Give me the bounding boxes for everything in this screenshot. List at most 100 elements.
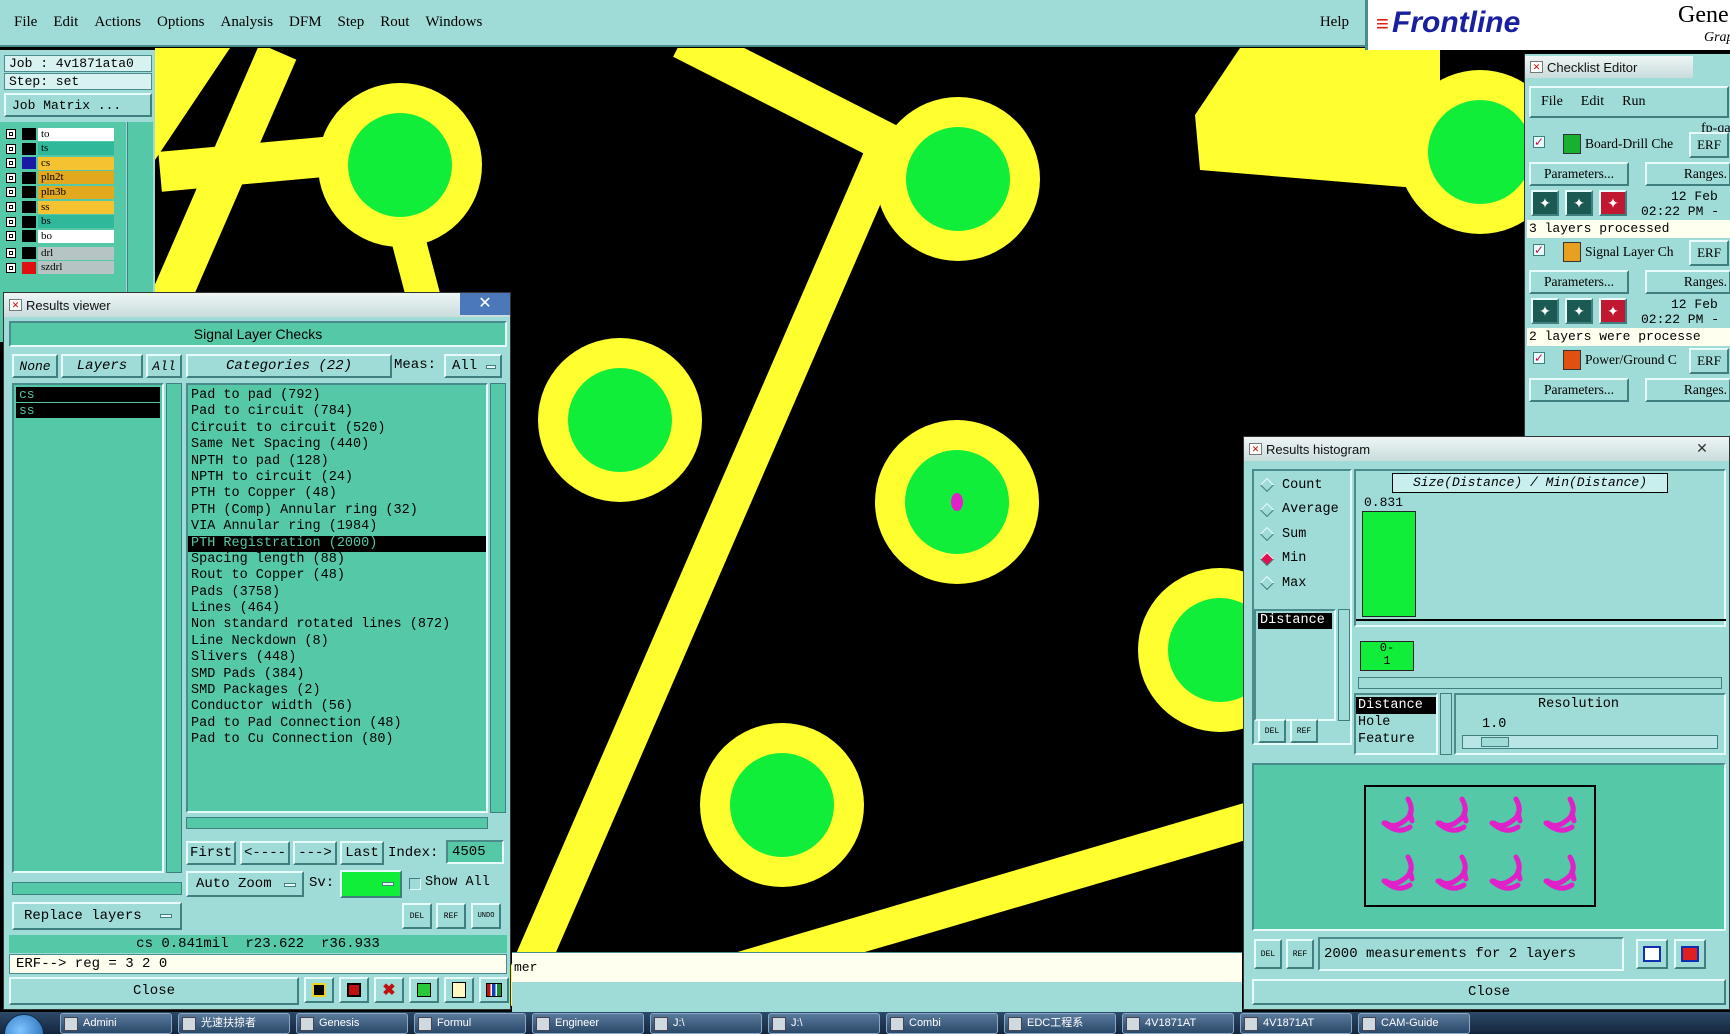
layer-checkbox[interactable]: [6, 216, 16, 227]
category-item[interactable]: PTH Registration (2000): [188, 535, 486, 552]
check-name[interactable]: Signal Layer Ch: [1585, 244, 1685, 260]
check-erf-button[interactable]: ERF: [1689, 240, 1729, 266]
close-window-button[interactable]: ✕: [460, 293, 510, 315]
aggregate-option-count[interactable]: Count: [1254, 473, 1350, 498]
measure-list[interactable]: Distance: [1254, 609, 1336, 721]
check-name[interactable]: Board-Drill Che: [1585, 136, 1685, 152]
menu-edit[interactable]: Edit: [53, 14, 78, 31]
taskbar-item[interactable]: 4V1871AT: [1122, 1013, 1234, 1034]
menu-analysis[interactable]: Analysis: [221, 14, 274, 31]
check-ranges-button[interactable]: Ranges.: [1645, 162, 1730, 186]
category-item[interactable]: Non standard rotated lines (872): [188, 617, 486, 633]
aggregate-option-average[interactable]: Average: [1254, 498, 1350, 523]
category-item[interactable]: NPTH to pad (128): [188, 454, 486, 470]
prev-button[interactable]: <----: [240, 841, 290, 865]
layer-checkbox[interactable]: [6, 248, 16, 258]
tool-icon-2[interactable]: [339, 977, 369, 1003]
tool-icon-1[interactable]: [304, 977, 334, 1003]
taskbar-item[interactable]: 光速扶掠者: [178, 1013, 290, 1034]
taskbar-item[interactable]: Formul: [414, 1013, 526, 1034]
layer-row-to[interactable]: to: [6, 127, 114, 141]
layer-checkbox[interactable]: [6, 202, 16, 212]
histogram-bin[interactable]: 0- 1: [1360, 641, 1414, 671]
taskbar-item[interactable]: J:\: [650, 1013, 762, 1034]
none-button[interactable]: None: [12, 354, 58, 378]
layer-checkbox[interactable]: [6, 129, 16, 139]
fit-view-button[interactable]: [1674, 939, 1706, 969]
category-item[interactable]: SMD Packages (2): [188, 683, 486, 699]
categories-list[interactable]: Pad to pad (792) Pad to circuit (784) Circ…: [186, 383, 488, 813]
sort-item[interactable]: Distance: [1356, 697, 1436, 714]
layer-row-szdrl[interactable]: szdrl: [6, 261, 114, 275]
pad-selected[interactable]: [875, 420, 1039, 584]
taskbar-item[interactable]: 4V1871AT: [1240, 1013, 1352, 1034]
category-item[interactable]: Circuit to circuit (520): [188, 421, 486, 437]
layer-checkbox[interactable]: [6, 262, 16, 273]
ref-button[interactable]: REF: [436, 903, 466, 929]
zoom-view-button[interactable]: [1636, 939, 1668, 969]
category-item[interactable]: Slivers (448): [188, 650, 486, 666]
taskbar-item[interactable]: Genesis: [296, 1013, 408, 1034]
menu-file[interactable]: File: [14, 14, 37, 31]
category-item[interactable]: VIA Annular ring (1984): [188, 519, 486, 535]
layer-checkbox[interactable]: [6, 158, 16, 169]
category-item[interactable]: NPTH to circuit (24): [188, 470, 486, 486]
checklist-titlebar[interactable]: ✕ Checklist Editor: [1525, 56, 1693, 78]
aggregate-option-max[interactable]: Max: [1254, 571, 1350, 596]
meas-dropdown[interactable]: All: [444, 354, 502, 378]
layer-result-item[interactable]: cs: [16, 387, 160, 402]
layer-list-hscroll[interactable]: [12, 882, 182, 895]
taskbar-item[interactable]: Admini: [60, 1013, 172, 1034]
category-item[interactable]: Rout to Copper (48): [188, 568, 486, 584]
histogram-close-icon[interactable]: ✕: [1684, 439, 1720, 457]
menu-rout[interactable]: Rout: [380, 14, 409, 31]
layer-row-ts[interactable]: ts: [6, 142, 114, 156]
measure-list-scrollbar[interactable]: [1338, 609, 1350, 721]
histogram-hscroll[interactable]: [1358, 677, 1722, 689]
check-run-icon[interactable]: ✦: [1531, 298, 1559, 324]
erf-command-line[interactable]: ERF--> reg = 3 2 0: [9, 954, 507, 974]
zoom-dropdown[interactable]: Auto Zoom: [186, 871, 304, 897]
preview-del-button[interactable]: DEL: [1254, 939, 1282, 969]
category-item[interactable]: Pad to circuit (784): [188, 404, 486, 420]
taskbar-item[interactable]: CAM-Guide: [1358, 1013, 1470, 1034]
menu-actions[interactable]: Actions: [94, 14, 141, 31]
results-viewer-titlebar[interactable]: ✕ Results viewer: [4, 293, 510, 317]
checklist-menu-run[interactable]: Run: [1622, 94, 1645, 110]
layer-result-item[interactable]: ss: [16, 403, 160, 418]
check-run-icon[interactable]: ✦: [1565, 190, 1593, 216]
checklist-menu-edit[interactable]: Edit: [1581, 94, 1604, 110]
menu-help[interactable]: Help: [1320, 14, 1349, 31]
check-run-icon[interactable]: ✦: [1599, 298, 1627, 324]
taskbar-item[interactable]: J:\: [768, 1013, 880, 1034]
sort-list-scrollbar[interactable]: [1440, 693, 1452, 755]
categories-button[interactable]: Categories (22): [186, 354, 392, 378]
category-item[interactable]: Pad to Cu Connection (80): [188, 732, 486, 748]
menu-dfm[interactable]: DFM: [289, 14, 322, 31]
slider-thumb[interactable]: [1481, 737, 1509, 747]
layer-row-pln2t[interactable]: pln2t: [6, 171, 114, 185]
menu-step[interactable]: Step: [338, 14, 365, 31]
category-item[interactable]: Line Neckdown (8): [188, 634, 486, 650]
histogram-bar[interactable]: [1362, 511, 1416, 617]
layer-checkbox[interactable]: [6, 143, 16, 154]
category-item[interactable]: Pads (3758): [188, 585, 486, 601]
histogram-titlebar[interactable]: ✕ Results histogram: [1244, 437, 1729, 461]
pad[interactable]: [876, 97, 1040, 261]
hist-ref-button[interactable]: REF: [1290, 719, 1318, 743]
pad[interactable]: [538, 338, 702, 502]
layers-button[interactable]: Layers: [61, 354, 143, 378]
sort-list[interactable]: Distance Hole Feature: [1354, 693, 1438, 755]
preview-ref-button[interactable]: REF: [1286, 939, 1314, 969]
next-button[interactable]: --->: [293, 841, 337, 865]
check-run-icon[interactable]: ✦: [1599, 190, 1627, 216]
layer-row-pln3b[interactable]: pln3b: [6, 185, 114, 199]
category-item[interactable]: Same Net Spacing (440): [188, 437, 486, 453]
measure-item[interactable]: Distance: [1258, 613, 1332, 629]
category-item[interactable]: Pad to pad (792): [188, 388, 486, 404]
layer-row-ss[interactable]: ss: [6, 200, 114, 214]
sort-item[interactable]: Hole: [1356, 714, 1436, 731]
layer-row-cs[interactable]: cs: [6, 156, 114, 170]
layer-row-bs[interactable]: bs: [6, 215, 114, 229]
resolution-slider[interactable]: [1462, 735, 1718, 749]
